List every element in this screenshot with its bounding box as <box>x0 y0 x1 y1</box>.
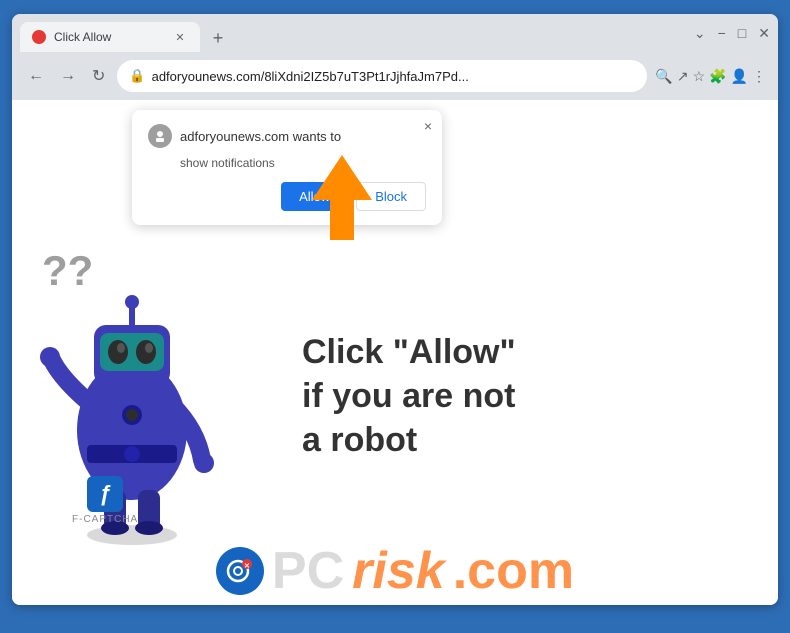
tab-favicon <box>32 30 46 44</box>
bookmark-icon[interactable]: ☆ <box>693 68 706 85</box>
share-icon[interactable]: ↗ <box>677 68 689 85</box>
arrow-svg <box>292 150 392 250</box>
captcha-line-2: if you are not <box>302 374 516 418</box>
extensions-icon[interactable]: 🧩 <box>709 68 726 85</box>
lock-icon: 🔒 <box>129 68 145 84</box>
profile-icon[interactable]: 👤 <box>731 68 748 85</box>
address-bar: ← → ↻ 🔒 adforyounews.com/8liXdni2IZ5b7uT… <box>12 52 778 100</box>
title-bar: Click Allow ✕ + ⌄ − □ ✕ <box>12 14 778 52</box>
pcrisk-com-text: .com <box>453 545 574 597</box>
fcaptcha-logo: ƒ <box>87 476 123 512</box>
maximize-button[interactable]: □ <box>738 25 746 42</box>
search-icon[interactable]: 🔍 <box>655 68 672 85</box>
fcaptcha-branding: ƒ F-CAPTCHA <box>72 476 138 525</box>
popup-header: adforyounews.com wants to <box>148 124 426 148</box>
pcrisk-pc-text: PC <box>272 545 344 597</box>
menu-icon[interactable]: ⋮ <box>752 68 766 85</box>
address-bar-actions: 🔍 ↗ ☆ 🧩 👤 ⋮ <box>655 68 766 85</box>
refresh-button[interactable]: ↻ <box>88 62 109 90</box>
robot-illustration <box>32 230 292 570</box>
active-tab[interactable]: Click Allow ✕ <box>20 22 200 52</box>
new-tab-button[interactable]: + <box>204 24 232 52</box>
pcrisk-watermark: ✕ PC risk .com <box>12 545 778 597</box>
url-bar[interactable]: 🔒 adforyounews.com/8liXdni2IZ5b7uT3Pt1rJ… <box>117 60 647 92</box>
minimize-button[interactable]: − <box>718 25 726 42</box>
popup-title-text: adforyounews.com wants to <box>180 129 341 144</box>
url-text: adforyounews.com/8liXdni2IZ5b7uT3Pt1rJjh… <box>152 69 636 84</box>
svg-text:✕: ✕ <box>244 563 250 570</box>
window-buttons: ⌄ − □ ✕ <box>694 25 770 42</box>
tab-close-btn[interactable]: ✕ <box>172 29 188 45</box>
pcrisk-logo-circle: ✕ <box>216 547 264 595</box>
arrow-container <box>292 150 392 255</box>
tab-area: Click Allow ✕ + <box>20 14 680 52</box>
popup-close-btn[interactable]: × <box>424 118 432 134</box>
fcaptcha-label: F-CAPTCHA <box>72 514 138 525</box>
chevron-down-icon: ⌄ <box>694 25 706 42</box>
popup-site-icon <box>148 124 172 148</box>
tab-title: Click Allow <box>54 30 111 44</box>
page-content: × adforyounews.com wants to show notific… <box>12 100 778 605</box>
browser-window: Click Allow ✕ + ⌄ − □ ✕ ← → ↻ 🔒 adforyou… <box>12 14 778 605</box>
close-button[interactable]: ✕ <box>758 25 770 42</box>
pcrisk-risk-text: risk <box>352 545 445 597</box>
forward-button[interactable]: → <box>56 63 80 89</box>
captcha-line-3: a robot <box>302 418 516 462</box>
captcha-message: Click "Allow" if you are not a robot <box>302 330 516 463</box>
captcha-line-1: Click "Allow" <box>302 330 516 374</box>
notification-popup: × adforyounews.com wants to show notific… <box>132 110 442 225</box>
back-button[interactable]: ← <box>24 63 48 89</box>
